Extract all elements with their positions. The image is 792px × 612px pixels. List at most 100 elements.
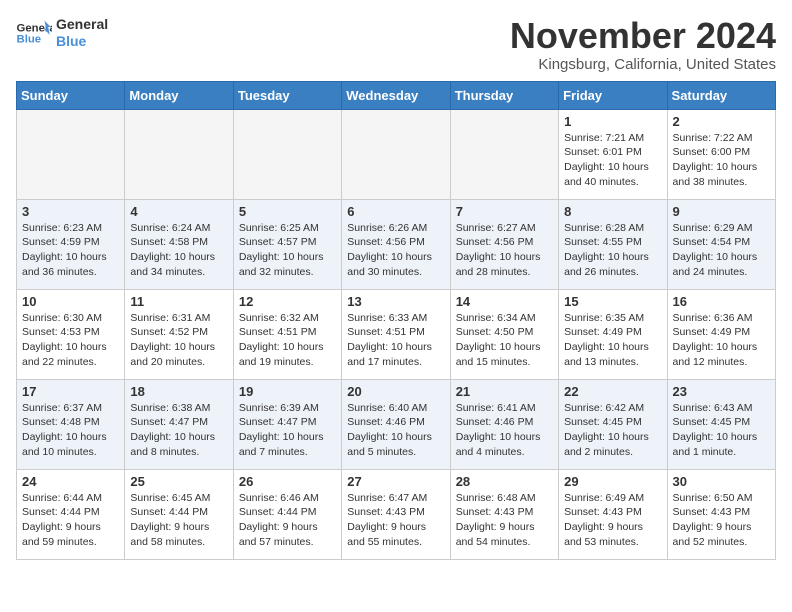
calendar-cell: 11 Sunrise: 6:31 AM Sunset: 4:52 PM Dayli… [125,289,233,379]
day-number: 21 [456,384,553,399]
calendar-cell: 3Sunrise: 6:23 AM Sunset: 4:59 PM Daylig… [17,199,125,289]
calendar-cell: 18 Sunrise: 6:38 AM Sunset: 4:47 PM Dayli… [125,379,233,469]
day-number: 14 [456,294,553,309]
day-info: Sunrise: 6:47 AM Sunset: 4:43 PM Dayligh… [347,491,444,550]
day-number: 28 [456,474,553,489]
day-number: 12 [239,294,336,309]
calendar-cell: 2 Sunrise: 7:22 AM Sunset: 6:00 PM Daylig… [667,109,775,199]
day-number: 29 [564,474,661,489]
day-info: Sunrise: 6:50 AM Sunset: 4:43 PM Dayligh… [673,491,770,550]
calendar-cell: 10 Sunrise: 6:30 AM Sunset: 4:53 PM Dayli… [17,289,125,379]
calendar-cell: 24 Sunrise: 6:44 AM Sunset: 4:44 PM Dayli… [17,469,125,559]
day-number: 10 [22,294,119,309]
day-number: 26 [239,474,336,489]
weekday-header-row: SundayMondayTuesdayWednesdayThursdayFrid… [17,81,776,109]
day-number: 22 [564,384,661,399]
day-number: 4 [130,204,227,219]
calendar-cell: 7Sunrise: 6:27 AM Sunset: 4:56 PM Daylig… [450,199,558,289]
day-number: 13 [347,294,444,309]
day-number: 2 [673,114,770,129]
day-number: 6 [347,204,444,219]
calendar-cell: 4 Sunrise: 6:24 AM Sunset: 4:58 PM Daylig… [125,199,233,289]
logo-blue: Blue [56,33,108,50]
day-number: 3 [22,204,119,219]
calendar-cell [342,109,450,199]
day-info: Sunrise: 6:41 AM Sunset: 4:46 PM Dayligh… [456,401,553,460]
day-number: 15 [564,294,661,309]
logo-general: General [56,16,108,33]
location: Kingsburg, California, United States [510,56,776,73]
day-info: Sunrise: 7:22 AM Sunset: 6:00 PM Dayligh… [673,131,770,190]
day-info: Sunrise: 6:24 AM Sunset: 4:58 PM Dayligh… [130,221,227,280]
calendar-row-1: 3Sunrise: 6:23 AM Sunset: 4:59 PM Daylig… [17,199,776,289]
day-info: Sunrise: 6:43 AM Sunset: 4:45 PM Dayligh… [673,401,770,460]
calendar-cell: 5Sunrise: 6:25 AM Sunset: 4:57 PM Daylig… [233,199,341,289]
day-number: 9 [673,204,770,219]
weekday-header-saturday: Saturday [667,81,775,109]
day-number: 24 [22,474,119,489]
calendar-cell [233,109,341,199]
calendar-cell: 29Sunrise: 6:49 AM Sunset: 4:43 PM Dayli… [559,469,667,559]
calendar-cell: 8Sunrise: 6:28 AM Sunset: 4:55 PM Daylig… [559,199,667,289]
calendar-cell: 6Sunrise: 6:26 AM Sunset: 4:56 PM Daylig… [342,199,450,289]
weekday-header-tuesday: Tuesday [233,81,341,109]
day-number: 16 [673,294,770,309]
calendar-cell [450,109,558,199]
logo: General Blue General Blue [16,16,108,50]
day-info: Sunrise: 6:44 AM Sunset: 4:44 PM Dayligh… [22,491,119,550]
month-title: November 2024 [510,16,776,56]
day-number: 20 [347,384,444,399]
day-number: 11 [130,294,227,309]
day-info: Sunrise: 6:46 AM Sunset: 4:44 PM Dayligh… [239,491,336,550]
day-number: 1 [564,114,661,129]
day-number: 7 [456,204,553,219]
calendar-cell: 20 Sunrise: 6:40 AM Sunset: 4:46 PM Dayli… [342,379,450,469]
calendar-row-2: 10 Sunrise: 6:30 AM Sunset: 4:53 PM Dayli… [17,289,776,379]
calendar-cell: 21 Sunrise: 6:41 AM Sunset: 4:46 PM Dayli… [450,379,558,469]
calendar-cell: 16 Sunrise: 6:36 AM Sunset: 4:49 PM Dayli… [667,289,775,379]
weekday-header-sunday: Sunday [17,81,125,109]
day-info: Sunrise: 7:21 AM Sunset: 6:01 PM Dayligh… [564,131,661,190]
calendar-cell [125,109,233,199]
weekday-header-thursday: Thursday [450,81,558,109]
calendar-cell: 26 Sunrise: 6:46 AM Sunset: 4:44 PM Dayli… [233,469,341,559]
calendar-cell: 30 Sunrise: 6:50 AM Sunset: 4:43 PM Dayli… [667,469,775,559]
calendar-row-0: 1 Sunrise: 7:21 AM Sunset: 6:01 PM Daylig… [17,109,776,199]
day-info: Sunrise: 6:36 AM Sunset: 4:49 PM Dayligh… [673,311,770,370]
calendar-cell: 28Sunrise: 6:48 AM Sunset: 4:43 PM Dayli… [450,469,558,559]
calendar-cell: 15Sunrise: 6:35 AM Sunset: 4:49 PM Dayli… [559,289,667,379]
day-number: 25 [130,474,227,489]
title-block: November 2024 Kingsburg, California, Uni… [510,16,776,73]
weekday-header-friday: Friday [559,81,667,109]
day-info: Sunrise: 6:31 AM Sunset: 4:52 PM Dayligh… [130,311,227,370]
day-number: 18 [130,384,227,399]
day-number: 19 [239,384,336,399]
day-info: Sunrise: 6:45 AM Sunset: 4:44 PM Dayligh… [130,491,227,550]
day-number: 17 [22,384,119,399]
weekday-header-wednesday: Wednesday [342,81,450,109]
page-header: General Blue General Blue November 2024 … [16,16,776,73]
day-number: 23 [673,384,770,399]
logo-icon: General Blue [16,19,52,47]
day-info: Sunrise: 6:42 AM Sunset: 4:45 PM Dayligh… [564,401,661,460]
calendar-cell: 12 Sunrise: 6:32 AM Sunset: 4:51 PM Dayli… [233,289,341,379]
calendar-cell: 23 Sunrise: 6:43 AM Sunset: 4:45 PM Dayli… [667,379,775,469]
day-number: 30 [673,474,770,489]
day-info: Sunrise: 6:30 AM Sunset: 4:53 PM Dayligh… [22,311,119,370]
day-info: Sunrise: 6:37 AM Sunset: 4:48 PM Dayligh… [22,401,119,460]
day-number: 5 [239,204,336,219]
day-info: Sunrise: 6:32 AM Sunset: 4:51 PM Dayligh… [239,311,336,370]
calendar-table: SundayMondayTuesdayWednesdayThursdayFrid… [16,81,776,560]
day-info: Sunrise: 6:38 AM Sunset: 4:47 PM Dayligh… [130,401,227,460]
day-info: Sunrise: 6:40 AM Sunset: 4:46 PM Dayligh… [347,401,444,460]
day-info: Sunrise: 6:29 AM Sunset: 4:54 PM Dayligh… [673,221,770,280]
calendar-cell: 9 Sunrise: 6:29 AM Sunset: 4:54 PM Daylig… [667,199,775,289]
calendar-cell: 25 Sunrise: 6:45 AM Sunset: 4:44 PM Dayli… [125,469,233,559]
day-info: Sunrise: 6:39 AM Sunset: 4:47 PM Dayligh… [239,401,336,460]
day-number: 27 [347,474,444,489]
day-number: 8 [564,204,661,219]
calendar-cell: 13Sunrise: 6:33 AM Sunset: 4:51 PM Dayli… [342,289,450,379]
day-info: Sunrise: 6:34 AM Sunset: 4:50 PM Dayligh… [456,311,553,370]
calendar-row-3: 17 Sunrise: 6:37 AM Sunset: 4:48 PM Dayli… [17,379,776,469]
calendar-row-4: 24 Sunrise: 6:44 AM Sunset: 4:44 PM Dayli… [17,469,776,559]
